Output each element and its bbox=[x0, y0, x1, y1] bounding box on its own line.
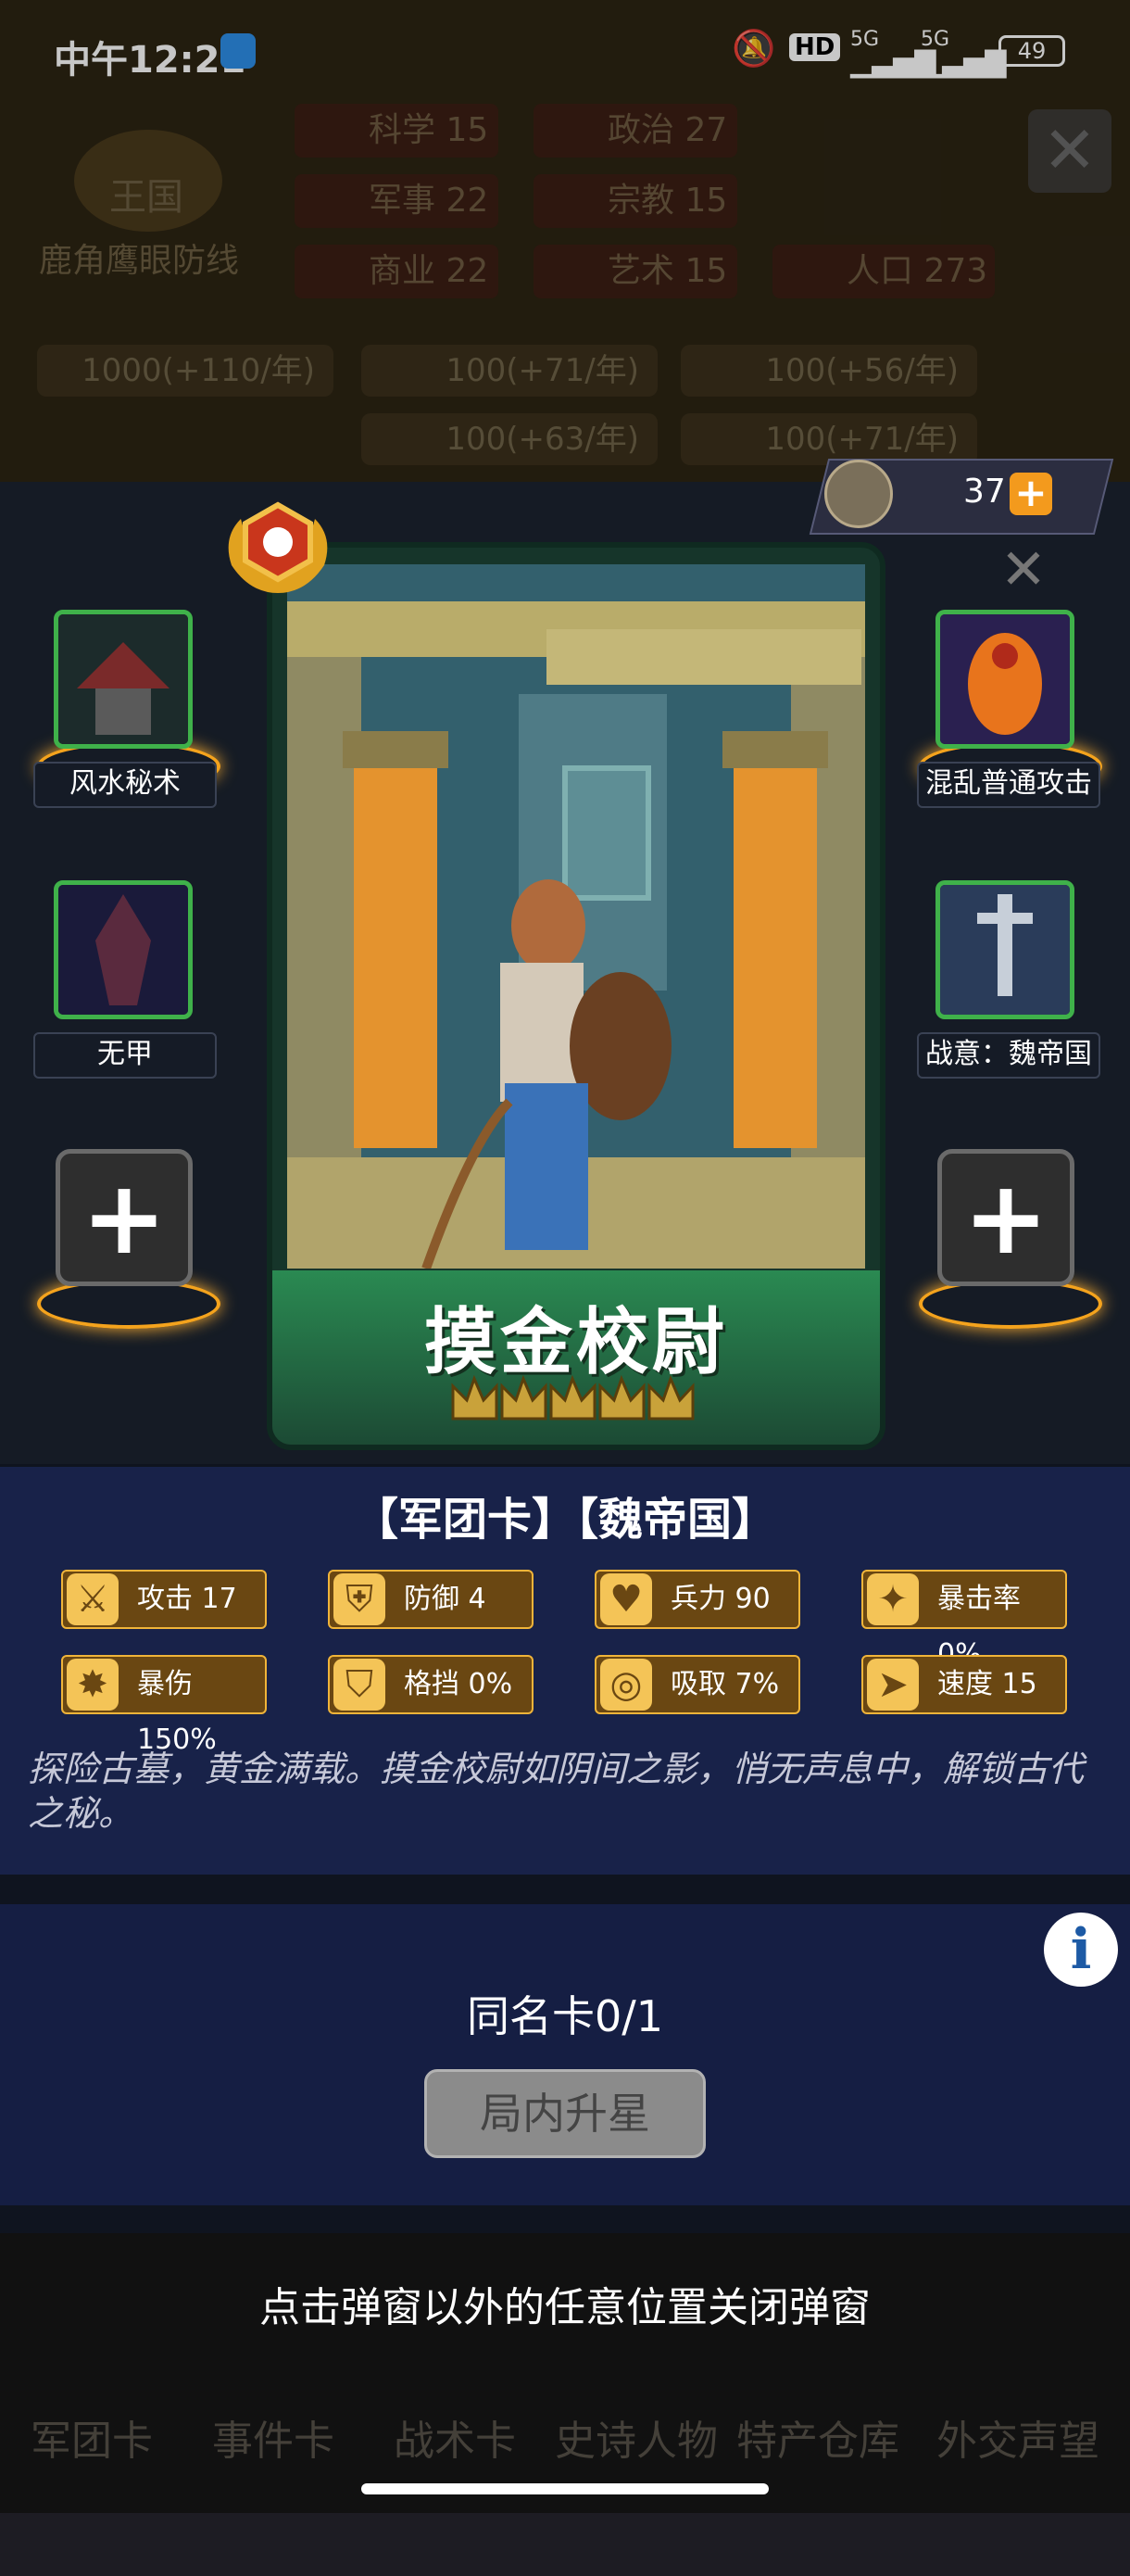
info-icon[interactable]: i bbox=[1044, 1913, 1118, 1987]
upgrade-star-button[interactable]: 局内升星 bbox=[424, 2069, 706, 2158]
skill-slot-chaos-attack[interactable] bbox=[935, 610, 1074, 749]
fengshui-skill-icon bbox=[58, 614, 188, 744]
sword-icon: ⚔ bbox=[67, 1573, 119, 1625]
slot-glow bbox=[919, 1279, 1102, 1329]
close-icon[interactable]: ✕ bbox=[991, 537, 1056, 602]
skill-label-fengshui: 风水秘术 bbox=[33, 762, 217, 808]
shield-icon: ⛨ bbox=[333, 1573, 385, 1625]
home-indicator[interactable] bbox=[361, 2483, 769, 2494]
upgrade-panel bbox=[0, 1904, 1130, 2205]
crown-rank-icon bbox=[451, 1374, 695, 1421]
war-will-skill-icon bbox=[940, 885, 1070, 1015]
stat-troops: ♥ 兵力 90 bbox=[595, 1570, 800, 1629]
stat-crit-rate: ✦ 暴击率 0% bbox=[861, 1570, 1067, 1671]
skill-slot-no-armor[interactable] bbox=[54, 880, 193, 1019]
stat-defense: ⛨ 防御 4 bbox=[328, 1570, 534, 1629]
card-artwork bbox=[287, 564, 865, 1269]
skill-label-chaos-attack: 混乱普通攻击 bbox=[917, 762, 1100, 808]
stat-block: ⛉ 格挡 0% bbox=[328, 1655, 534, 1714]
burst-icon: ✸ bbox=[67, 1659, 119, 1711]
add-skill-right-button[interactable]: + bbox=[937, 1149, 1074, 1286]
stat-attack: ⚔ 攻击 17 bbox=[61, 1570, 267, 1629]
currency-add-button[interactable]: + bbox=[1010, 473, 1052, 515]
skill-label-war-will: 战意：魏帝国 bbox=[917, 1032, 1100, 1079]
card-frame: 摸金校尉 bbox=[267, 542, 885, 1450]
add-skill-left-button[interactable]: + bbox=[56, 1149, 193, 1286]
heart-icon: ♥ bbox=[600, 1573, 652, 1625]
block-icon: ⛉ bbox=[333, 1659, 385, 1711]
stat-crit-damage: ✸ 暴伤 150% bbox=[61, 1655, 267, 1756]
skill-label-no-armor: 无甲 bbox=[33, 1032, 217, 1079]
laurel-emblem-icon bbox=[824, 460, 893, 528]
currency-value: 37 bbox=[963, 473, 1006, 511]
card-type-line: 【军团卡】【魏帝国】 bbox=[353, 1494, 776, 1546]
boot-icon: ➤ bbox=[867, 1659, 919, 1711]
card-artwork-image bbox=[287, 564, 865, 1269]
duplicate-card-count: 同名卡0/1 bbox=[466, 1991, 664, 2041]
crit-icon: ✦ bbox=[867, 1573, 919, 1625]
chaos-attack-skill-icon bbox=[940, 614, 1070, 744]
close-hint-text: 点击弹窗以外的任意位置关闭弹窗 bbox=[259, 2284, 871, 2331]
skill-slot-war-will[interactable] bbox=[935, 880, 1074, 1019]
rank-badge-icon bbox=[222, 500, 333, 602]
skill-slot-fengshui[interactable] bbox=[54, 610, 193, 749]
no-armor-skill-icon bbox=[58, 885, 188, 1015]
stat-speed: ➤ 速度 15 bbox=[861, 1655, 1067, 1714]
drain-icon: ◎ bbox=[600, 1659, 652, 1711]
stat-drain: ◎ 吸取 7% bbox=[595, 1655, 800, 1714]
slot-glow bbox=[37, 1279, 220, 1329]
card-description: 探险古墓，黄金满载。摸金校尉如阴间之影，悄无声息中，解锁古代之秘。 bbox=[28, 1749, 1085, 1834]
